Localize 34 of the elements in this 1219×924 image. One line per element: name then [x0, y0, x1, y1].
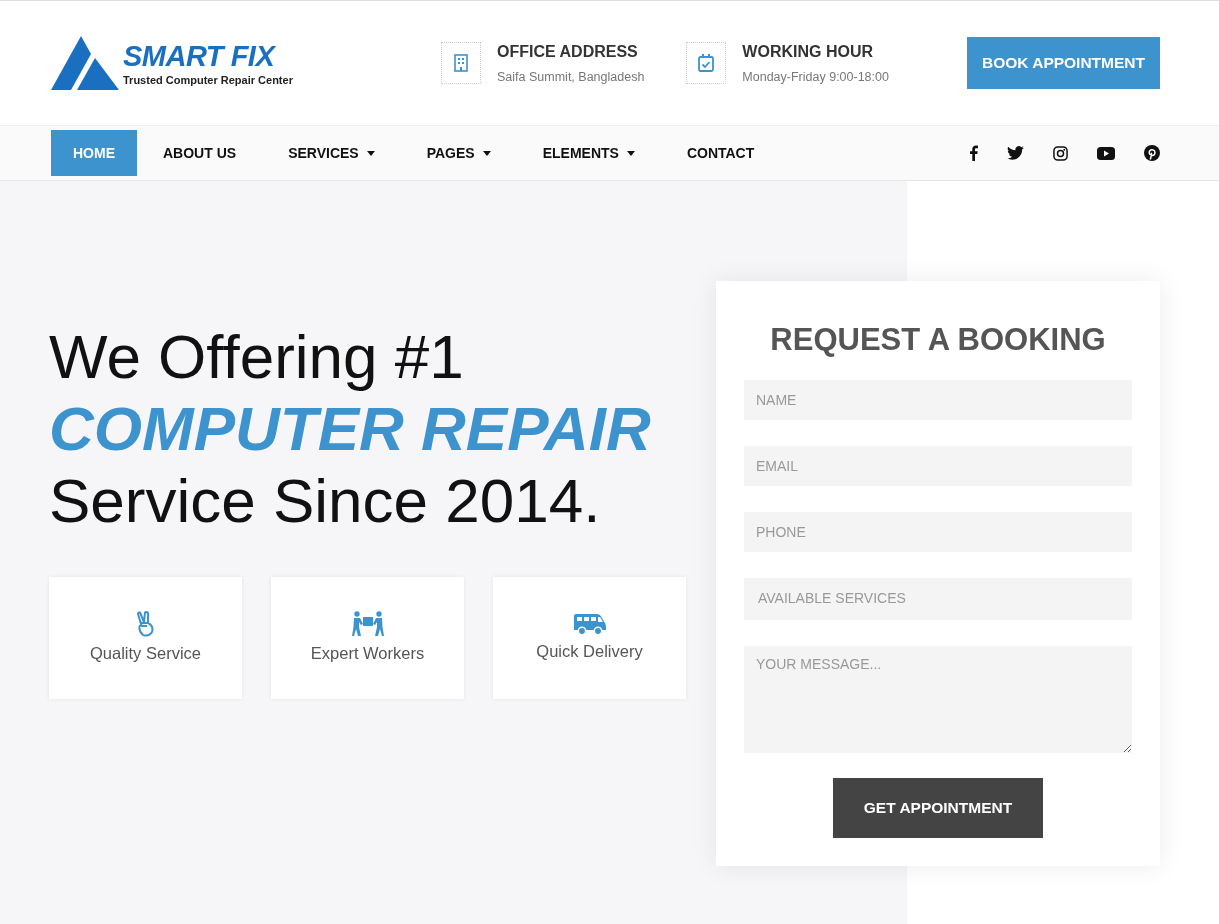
input-field[interactable]: PHONE [744, 511, 1132, 552]
workers-carrying-box-icon [351, 610, 384, 637]
building-icon [454, 54, 469, 72]
hero-heading-line: Service Since 2014. [49, 465, 602, 537]
peace-hand-icon [135, 610, 156, 637]
logo-icon [51, 36, 119, 90]
input-field[interactable]: EMAIL [744, 445, 1132, 486]
logo-title: SMART FIX [123, 42, 277, 71]
instagram-icon[interactable] [1053, 145, 1068, 161]
hero-heading-line: We Offering #1 [49, 321, 465, 393]
nav-item[interactable]: CONTACT [660, 130, 781, 176]
nav-item[interactable]: SERVICES [262, 130, 401, 176]
twitter-icon[interactable] [1007, 146, 1024, 160]
message-field[interactable]: YOUR MESSAGE... [744, 645, 1132, 753]
feature-label: Quick Delivery [536, 640, 643, 662]
pinterest-icon[interactable] [1144, 145, 1160, 161]
contact-text: Monday-Friday 9:00-18:00 [742, 68, 889, 86]
van-icon [573, 612, 606, 635]
contact-text: Saifa Summit, Bangladesh [497, 68, 645, 86]
contact-title: OFFICE ADDRESS [497, 41, 639, 62]
facebook-icon[interactable] [969, 145, 978, 161]
nav-item[interactable]: PAGES [400, 130, 517, 176]
feature-label: Quality Service [90, 642, 201, 664]
contact-title: WORKING HOUR [742, 41, 874, 62]
youtube-icon[interactable] [1097, 146, 1115, 160]
calendar-check-icon [698, 54, 715, 72]
get-appointment-button[interactable]: GET APPOINTMENT [833, 777, 1043, 838]
feature-label: Expert Workers [310, 642, 425, 664]
hero-heading-highlight: COMPUTER REPAIR [49, 393, 652, 465]
logo-tagline: Trusted Computer Repair Center [123, 75, 293, 86]
input-field[interactable]: NAME [744, 379, 1132, 420]
nav-item[interactable]: ABOUT US [137, 130, 263, 176]
booking-title: REQUEST A BOOKING [769, 321, 1107, 359]
nav-item[interactable]: ELEMENTS [516, 130, 661, 176]
